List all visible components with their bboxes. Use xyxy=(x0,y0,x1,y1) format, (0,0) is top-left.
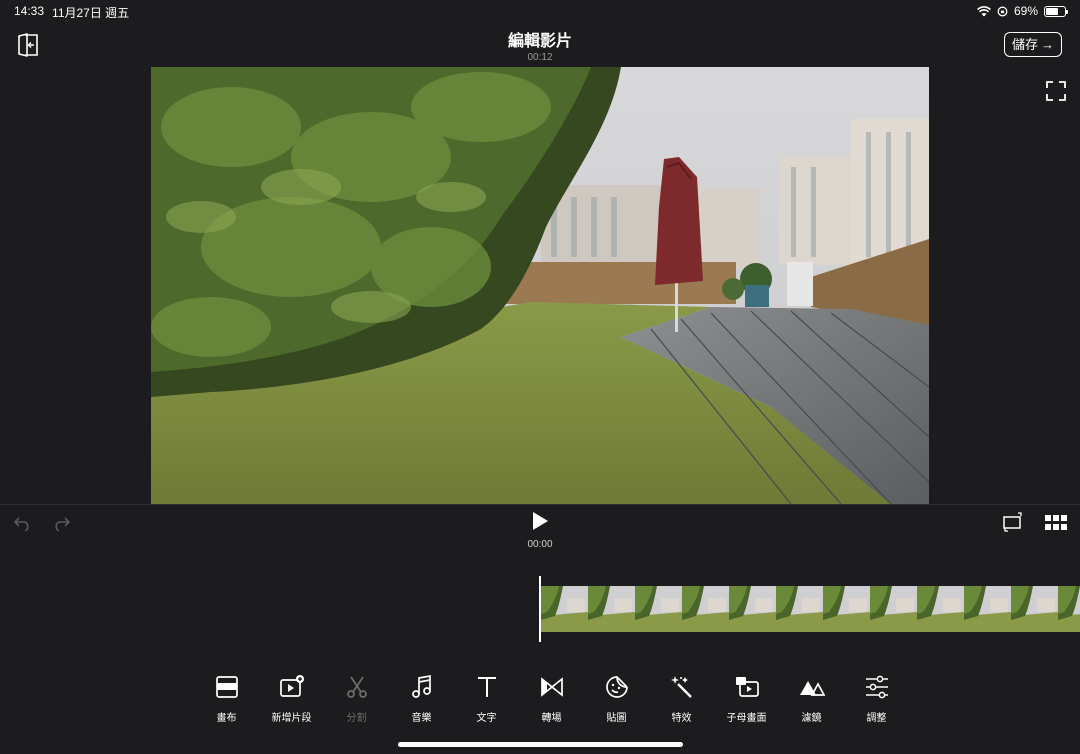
add-clip-icon xyxy=(279,675,304,697)
timeline-thumbnail xyxy=(729,586,776,632)
tool-text-button[interactable]: 文字 xyxy=(454,674,519,724)
timeline-thumbnail xyxy=(964,586,1011,632)
tool-add-clip-button[interactable]: 新增片段 xyxy=(259,674,324,724)
tool-label: 音樂 xyxy=(411,713,432,724)
timeline[interactable] xyxy=(0,570,1080,648)
tool-label: 新增片段 xyxy=(271,713,312,724)
playback-controls: 00:00 xyxy=(0,504,1080,560)
timeline-thumbnail xyxy=(1058,586,1080,632)
sticker-icon xyxy=(605,676,628,698)
redo-icon[interactable] xyxy=(52,515,72,531)
arrow-right-icon: → xyxy=(1041,37,1054,52)
timeline-thumbnail xyxy=(635,586,682,632)
grid-view-icon[interactable] xyxy=(1045,515,1067,531)
tool-label: 子母畫面 xyxy=(726,713,767,724)
tool-filter-button[interactable]: 濾鏡 xyxy=(779,674,844,724)
effects-wand-icon xyxy=(670,676,692,698)
header: 編輯影片 00:12 儲存 → xyxy=(0,22,1080,66)
timeline-thumbnail xyxy=(823,586,870,632)
video-duration: 00:12 xyxy=(527,52,553,63)
timeline-thumbnail xyxy=(682,586,729,632)
orientation-lock-icon xyxy=(997,6,1008,16)
tool-label: 調整 xyxy=(866,713,887,724)
status-date: 11月27日 週五 xyxy=(52,6,130,20)
scissors-icon xyxy=(346,676,367,698)
aspect-ratio-icon[interactable] xyxy=(1002,511,1024,533)
tool-label: 畫布 xyxy=(216,713,237,724)
tool-label: 濾鏡 xyxy=(801,713,822,724)
music-icon xyxy=(411,674,431,698)
tool-label: 貼圖 xyxy=(606,713,627,724)
tool-label: 文字 xyxy=(476,713,497,724)
timeline-thumbnail xyxy=(1011,586,1058,632)
tool-scissors-button[interactable]: 分割 xyxy=(324,674,389,724)
tool-effects-wand-button[interactable]: 特效 xyxy=(649,674,714,724)
video-frame-image xyxy=(151,67,929,504)
wifi-icon xyxy=(977,5,991,16)
tool-label: 轉場 xyxy=(541,713,562,724)
status-time: 14:33 xyxy=(14,4,45,18)
timeline-thumbnail xyxy=(776,586,823,632)
status-bar: 14:33 11月27日 週五 69% xyxy=(0,0,1080,22)
tool-music-button[interactable]: 音樂 xyxy=(389,674,454,724)
transition-icon xyxy=(540,677,563,697)
battery-percent: 69% xyxy=(1013,4,1038,18)
fullscreen-icon[interactable] xyxy=(1046,81,1066,101)
battery-icon xyxy=(1044,5,1068,17)
video-preview-area xyxy=(0,67,1080,504)
tool-canvas-button[interactable]: 畫布 xyxy=(194,674,259,724)
canvas-icon xyxy=(215,676,238,698)
video-preview[interactable] xyxy=(151,67,929,504)
save-button[interactable]: 儲存 → xyxy=(1003,32,1062,57)
playhead[interactable] xyxy=(539,576,541,642)
edit-toolbar: 畫布 新增片段 分割 音樂 文字 轉場 貼圖 特效 子母畫面 濾鏡 調整 xyxy=(194,674,909,724)
current-time: 00:00 xyxy=(527,539,553,550)
tool-label: 分割 xyxy=(346,713,367,724)
timeline-thumbnail xyxy=(541,586,588,632)
undo-icon[interactable] xyxy=(12,515,32,531)
play-icon[interactable] xyxy=(530,511,550,531)
tool-adjust-sliders-button[interactable]: 調整 xyxy=(844,674,909,724)
page-title: 編輯影片 xyxy=(507,33,572,50)
timeline-thumbnail xyxy=(917,586,964,632)
text-icon xyxy=(477,677,496,697)
timeline-thumbnail xyxy=(870,586,917,632)
tool-label: 特效 xyxy=(671,713,692,724)
adjust-sliders-icon xyxy=(865,675,888,699)
picture-in-picture-icon xyxy=(735,677,759,697)
tool-sticker-button[interactable]: 貼圖 xyxy=(584,674,649,724)
timeline-thumbnail xyxy=(588,586,635,632)
filter-icon xyxy=(799,681,825,696)
tool-transition-button[interactable]: 轉場 xyxy=(519,674,584,724)
tool-picture-in-picture-button[interactable]: 子母畫面 xyxy=(714,674,779,724)
video-clip-track[interactable] xyxy=(541,586,1080,632)
save-label: 儲存 xyxy=(1011,37,1038,52)
home-indicator[interactable] xyxy=(398,742,683,747)
